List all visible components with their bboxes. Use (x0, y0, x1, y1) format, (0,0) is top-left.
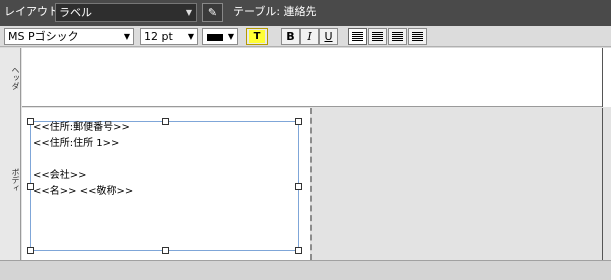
bold-button[interactable]: B (281, 28, 300, 45)
page-boundary-line (310, 108, 312, 260)
resize-handle-top-right[interactable] (295, 118, 302, 125)
align-left-button[interactable] (348, 28, 367, 45)
table-label: テーブル: 連絡先 (233, 5, 317, 18)
text-color-swatch (207, 34, 223, 41)
layout-canvas: ヘッダ ボディ <<住所:郵便番号>> <<住所:住所 1>> <<会社>> <… (0, 48, 611, 260)
resize-handle-right[interactable] (295, 183, 302, 190)
chevron-down-icon: ▼ (227, 32, 234, 41)
font-select[interactable]: MS Pゴシック ▼ (4, 28, 134, 45)
resize-handle-left[interactable] (27, 183, 34, 190)
header-part-label[interactable]: ヘッダ (0, 66, 21, 90)
resize-handle-bottom-left[interactable] (27, 247, 34, 254)
field-line-zip: <<住所:郵便番号>> (33, 122, 130, 133)
edit-layout-button[interactable]: ✎ (202, 3, 223, 22)
chevron-down-icon: ▼ (187, 32, 194, 41)
resize-handle-bottom[interactable] (162, 247, 169, 254)
align-right-button[interactable] (388, 28, 407, 45)
header-right-margin (602, 48, 611, 107)
part-ruler: ヘッダ ボディ (0, 48, 21, 260)
highlight-color-button[interactable]: T (246, 28, 268, 45)
text-color-picker[interactable]: ▼ (202, 28, 238, 45)
layout-select-value: ラベル (59, 6, 92, 19)
chevron-down-icon: ▼ (185, 8, 192, 17)
header-part[interactable] (22, 48, 602, 107)
align-center-button[interactable] (368, 28, 387, 45)
layout-toolbar: レイアウト: ラベル ▼ ✎ テーブル: 連絡先 (0, 0, 611, 26)
field-line-address: <<住所:住所 1>> (33, 138, 120, 149)
field-line-name: <<名>> <<敬称>> (33, 186, 134, 197)
layout-select[interactable]: ラベル ▼ (55, 3, 197, 22)
chevron-down-icon: ▼ (123, 32, 130, 41)
resize-handle-bottom-right[interactable] (295, 247, 302, 254)
body-right-margin (602, 108, 611, 260)
status-bar (0, 260, 611, 280)
font-size-value: 12 pt (144, 30, 173, 43)
body-part[interactable]: <<住所:郵便番号>> <<住所:住所 1>> <<会社>> <<名>> <<敬… (22, 108, 602, 260)
font-select-value: MS Pゴシック (8, 30, 79, 43)
label-text-object[interactable]: <<住所:郵便番号>> <<住所:住所 1>> <<会社>> <<名>> <<敬… (27, 118, 302, 254)
underline-button[interactable]: U (319, 28, 338, 45)
align-center-icon (372, 32, 383, 41)
align-right-icon (392, 32, 403, 41)
resize-handle-top[interactable] (162, 118, 169, 125)
font-size-select[interactable]: 12 pt ▼ (140, 28, 198, 45)
field-line-company: <<会社>> (33, 170, 87, 181)
resize-handle-top-left[interactable] (27, 118, 34, 125)
italic-button[interactable]: I (300, 28, 319, 45)
align-justify-button[interactable] (408, 28, 427, 45)
align-justify-icon (412, 32, 423, 41)
body-part-label[interactable]: ボディ (0, 168, 21, 192)
layout-label: レイアウト: (4, 5, 63, 18)
format-bar: MS Pゴシック ▼ 12 pt ▼ ▼ T B I U (0, 26, 611, 47)
pencil-icon: ✎ (207, 6, 218, 19)
highlight-icon: T (249, 30, 265, 43)
align-left-icon (352, 32, 363, 41)
